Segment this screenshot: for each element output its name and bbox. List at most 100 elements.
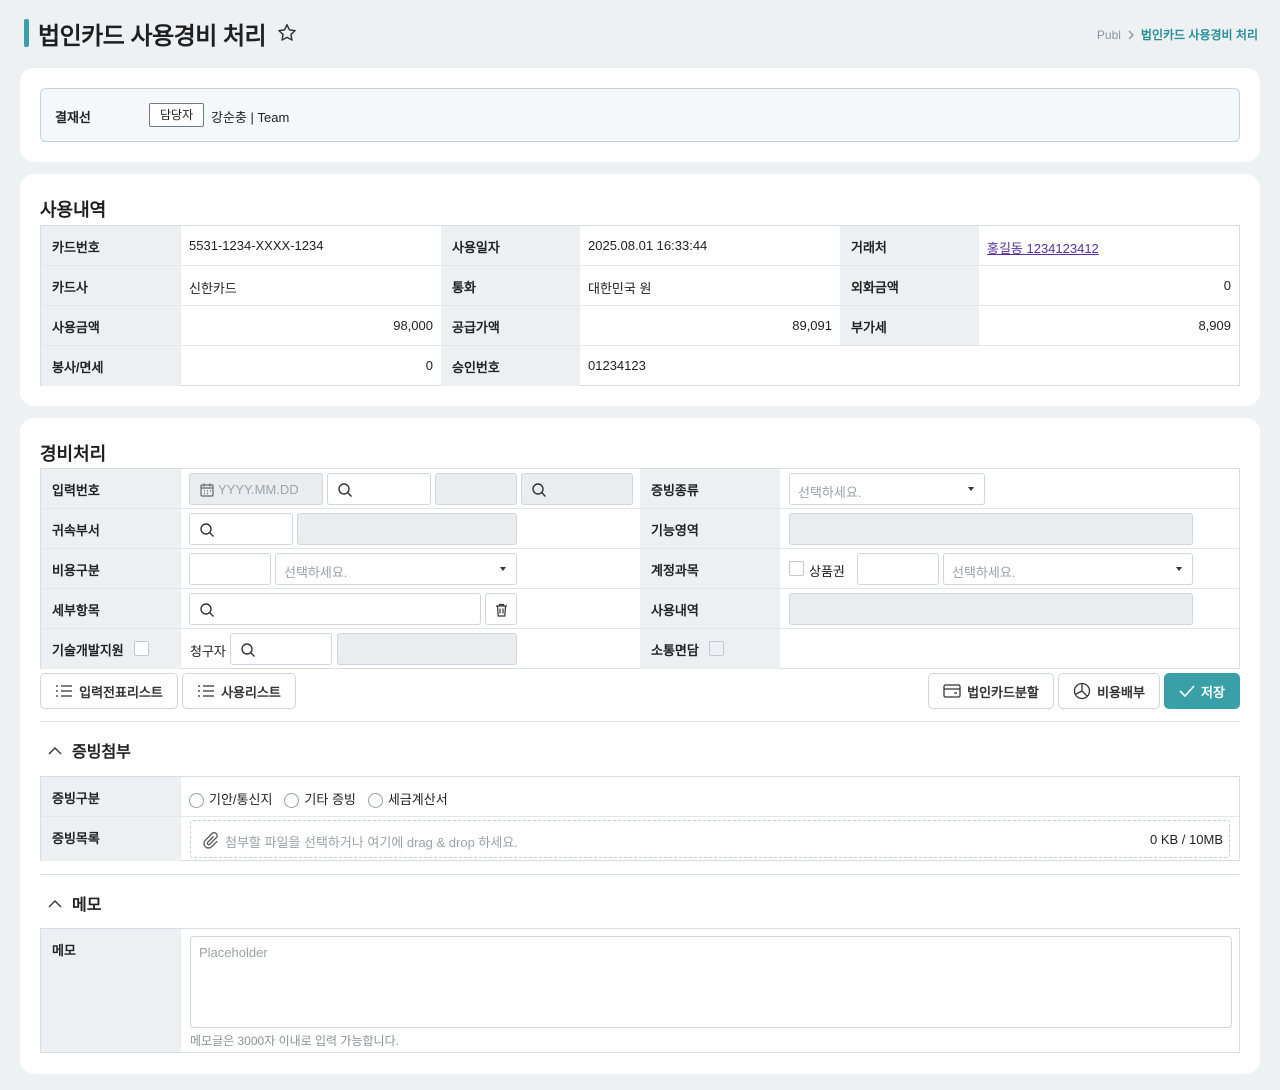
- radio-label: 기안/통신지: [209, 792, 273, 807]
- usage-card: 사용내역 카드번호 5531-1234-XXXX-1234 사용일자 2025.…: [20, 174, 1260, 406]
- function-area-label: 기능영역: [640, 509, 780, 548]
- form-row: 비용구분 선택하세요. 계정과목 상품권 선택하세요.: [41, 549, 1239, 589]
- usage-list-label: 사용리스트: [221, 684, 281, 700]
- usage-row: 사용금액 98,000 공급가액 89,091 부가세 8,909: [41, 306, 1239, 346]
- save-button[interactable]: 저장: [1164, 673, 1240, 709]
- radio-button[interactable]: [189, 793, 204, 809]
- expense-card: 경비처리 입력번호 YYYY.MM.DD 증빙종류 선택하세요. 귀속부서 기능…: [20, 418, 1260, 1074]
- card-icon: [943, 684, 961, 698]
- section-divider: [40, 721, 1240, 722]
- evidence-type-select[interactable]: 선택하세요.: [789, 473, 985, 505]
- form-row: 증빙목록 첨부할 파일을 선택하거나 여기에 drag & drop 하세요. …: [41, 817, 1239, 861]
- input-no-search[interactable]: [327, 473, 431, 505]
- paperclip-icon: [203, 832, 218, 849]
- chevron-up-icon: [48, 746, 62, 754]
- detail-item-label: 세부항목: [41, 589, 181, 628]
- file-size-indicator: 0 KB / 10MB: [1150, 832, 1223, 847]
- input-no-search-2[interactable]: [521, 473, 633, 505]
- search-icon: [532, 483, 546, 497]
- approval-no-value: 01234123: [588, 358, 646, 373]
- approval-card: 결재선 담당자 강순충 | Team: [20, 68, 1260, 162]
- breadcrumb-root[interactable]: Publ: [1097, 28, 1121, 42]
- supply-amount-label: 공급가액: [441, 306, 580, 345]
- card-no-value: 5531-1234-XXXX-1234: [189, 238, 324, 253]
- evidence-category-label: 증빙구분: [41, 777, 181, 816]
- voucher-label: 상품권: [809, 564, 845, 579]
- usage-row: 카드사 신한카드 통화 대한민국 원 외화금액 0: [41, 266, 1239, 306]
- claimant-search[interactable]: [230, 633, 332, 665]
- vat-value: 8,909: [1198, 318, 1231, 333]
- radio-option-tax-invoice[interactable]: 세금계산서: [367, 789, 448, 809]
- file-drop-zone[interactable]: 첨부할 파일을 선택하거나 여기에 drag & drop 하세요. 0 KB …: [190, 820, 1230, 858]
- detail-item-search[interactable]: [189, 593, 481, 625]
- comm-meeting-checkbox[interactable]: [709, 641, 724, 656]
- memo-section-toggle[interactable]: 메모: [48, 891, 101, 915]
- merchant-link[interactable]: 홍길동 1234123412: [987, 241, 1099, 256]
- favorite-star-icon[interactable]: [276, 22, 298, 44]
- foreign-amount-value: 0: [1223, 278, 1231, 293]
- form-row: 증빙구분 기안/통신지 기타 증빙 세금계산서: [41, 777, 1239, 817]
- page-header: 법인카드 사용경비 처리 Publ 법인카드 사용경비 처리: [0, 0, 1280, 68]
- drop-zone-text: 첨부할 파일을 선택하거나 여기에 drag & drop 하세요.: [225, 835, 518, 850]
- tech-support-label: 기술개발지원: [41, 629, 181, 669]
- radio-option-other[interactable]: 기타 증빙: [284, 789, 356, 809]
- attachment-title: 증빙첨부: [72, 744, 131, 761]
- dept-search[interactable]: [189, 513, 293, 545]
- account-code[interactable]: [857, 553, 939, 585]
- currency-value: 대한민국 원: [588, 281, 652, 296]
- usage-row: 카드번호 5531-1234-XXXX-1234 사용일자 2025.08.01…: [41, 226, 1239, 266]
- attachment-table: 증빙구분 기안/통신지 기타 증빙 세금계산서 증빙목록 첨부할 파일을 선택하…: [40, 776, 1240, 861]
- radio-button[interactable]: [284, 793, 300, 809]
- approver-name: 강순충 | Team: [211, 110, 290, 125]
- allocation-icon: [1073, 682, 1091, 700]
- select-placeholder: 선택하세요.: [284, 565, 348, 580]
- cost-allocation-label: 비용배부: [1097, 684, 1145, 700]
- function-area-display: [789, 513, 1193, 545]
- account-select[interactable]: 선택하세요.: [943, 553, 1193, 585]
- attachment-section-toggle[interactable]: 증빙첨부: [48, 738, 131, 762]
- breadcrumb-current: 법인카드 사용경비 처리: [1140, 28, 1258, 42]
- date-input[interactable]: YYYY.MM.DD: [189, 473, 323, 505]
- radio-button[interactable]: [367, 793, 383, 809]
- currency-label: 통화: [441, 266, 580, 305]
- caret-down-icon: [500, 567, 506, 571]
- cost-type-label: 비용구분: [41, 549, 181, 588]
- approval-no-label: 승인번호: [441, 346, 580, 386]
- cost-type-code[interactable]: [189, 553, 271, 585]
- save-label: 저장: [1201, 684, 1225, 700]
- select-placeholder: 선택하세요.: [952, 565, 1016, 580]
- card-company-value: 신한카드: [189, 281, 237, 296]
- usage-table: 카드번호 5531-1234-XXXX-1234 사용일자 2025.08.01…: [40, 225, 1240, 386]
- tip-value: 0: [425, 358, 433, 373]
- expense-section-title: 경비처리: [40, 444, 107, 464]
- input-voucher-list-button[interactable]: 입력전표리스트: [40, 673, 178, 709]
- calendar-icon: [200, 483, 214, 497]
- approver-role-chip[interactable]: 담당자: [149, 103, 205, 127]
- list-icon: [198, 685, 215, 697]
- chevron-up-icon: [48, 899, 62, 907]
- memo-textarea[interactable]: Placeholder: [190, 936, 1232, 1028]
- use-date-value: 2025.08.01 16:33:44: [588, 238, 708, 253]
- detail-item-delete-button[interactable]: [485, 593, 517, 625]
- search-icon: [241, 643, 255, 657]
- tech-support-checkbox[interactable]: [134, 641, 149, 656]
- expense-form: 입력번호 YYYY.MM.DD 증빙종류 선택하세요. 귀속부서 기능영역 비용…: [40, 468, 1240, 669]
- search-icon: [200, 603, 214, 617]
- use-amount-value: 98,000: [393, 318, 433, 333]
- usage-desc-label: 사용내역: [640, 589, 780, 628]
- usage-list-button[interactable]: 사용리스트: [182, 673, 296, 709]
- evidence-radio-group: 기안/통신지 기타 증빙 세금계산서: [189, 789, 448, 809]
- form-row: 메모 Placeholder 메모글은 3000자 이내로 입력 가능합니다.: [41, 929, 1239, 1052]
- trash-icon: [496, 603, 507, 617]
- use-date-label: 사용일자: [441, 226, 580, 265]
- card-split-button[interactable]: 법인카드분할: [928, 673, 1054, 709]
- form-row: 입력번호 YYYY.MM.DD 증빙종류 선택하세요.: [41, 469, 1239, 509]
- voucher-checkbox[interactable]: [789, 561, 804, 576]
- usage-section-title: 사용내역: [40, 200, 107, 220]
- approval-line-box: 결재선 담당자 강순충 | Team: [40, 88, 1240, 142]
- evidence-list-label: 증빙목록: [41, 817, 181, 861]
- cost-type-select[interactable]: 선택하세요.: [275, 553, 517, 585]
- form-row: 귀속부서 기능영역: [41, 509, 1239, 549]
- radio-option-draft[interactable]: 기안/통신지: [189, 789, 273, 809]
- cost-allocation-button[interactable]: 비용배부: [1058, 673, 1160, 709]
